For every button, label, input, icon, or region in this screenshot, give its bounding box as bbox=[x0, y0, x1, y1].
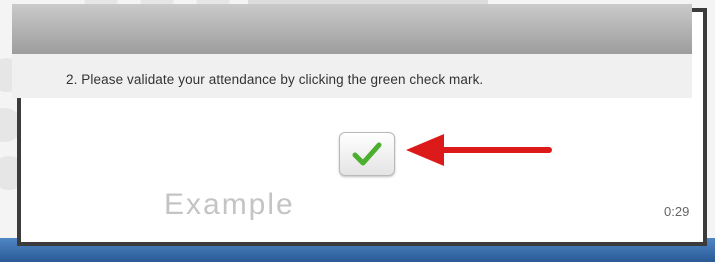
example-watermark: Example bbox=[164, 188, 295, 221]
dialog-header bbox=[12, 4, 692, 54]
red-arrow-icon bbox=[406, 134, 552, 166]
countdown-timer: 0:29 bbox=[664, 204, 690, 219]
validate-attendance-button[interactable] bbox=[339, 132, 395, 176]
instruction-text: 2. Please validate your attendance by cl… bbox=[66, 72, 484, 87]
check-icon bbox=[352, 142, 382, 166]
